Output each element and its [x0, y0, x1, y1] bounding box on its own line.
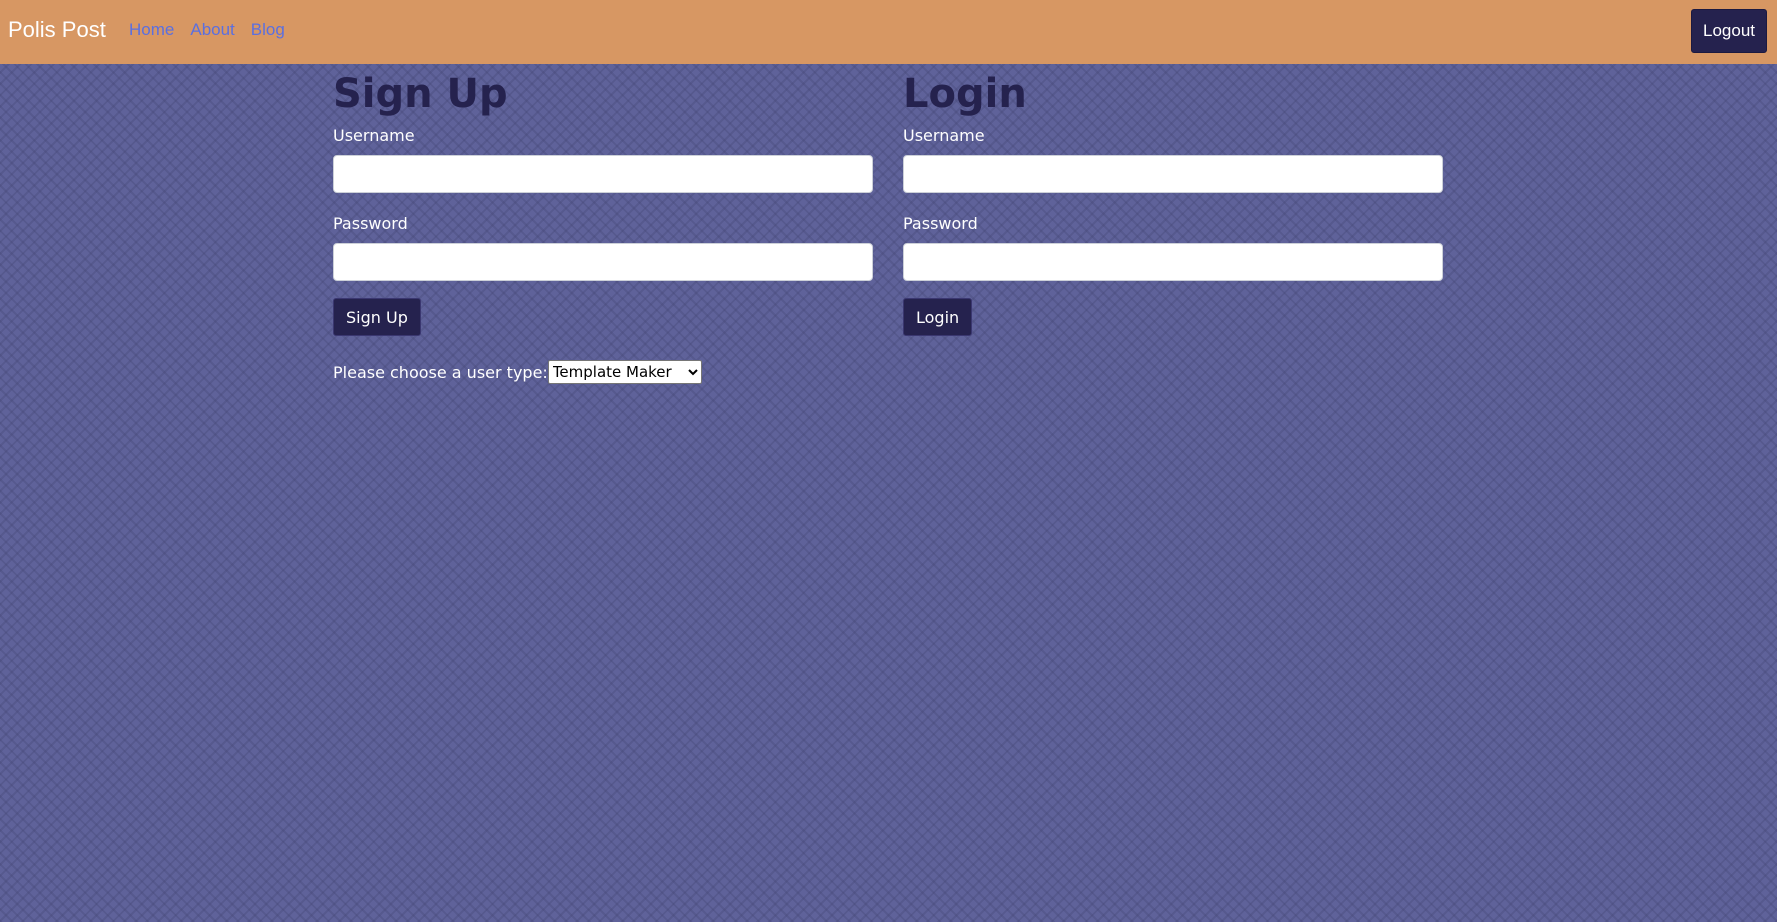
- signup-password-label: Password: [333, 214, 408, 233]
- signup-username-label: Username: [333, 126, 415, 145]
- login-form: Login Username Password Login: [903, 64, 1443, 336]
- usertype-row: Please choose a user type: Template Make…: [333, 360, 873, 384]
- login-password-input[interactable]: [903, 243, 1443, 281]
- nav-link-about[interactable]: About: [190, 20, 234, 40]
- signup-form: Sign Up Username Password Sign Up Please…: [333, 64, 873, 384]
- login-username-label: Username: [903, 126, 985, 145]
- nav-link-home[interactable]: Home: [129, 20, 174, 40]
- brand-link[interactable]: Polis Post: [8, 17, 106, 43]
- login-title: Login: [903, 71, 1027, 117]
- signup-button[interactable]: Sign Up: [333, 298, 421, 336]
- nav-links: Home About Blog: [129, 20, 285, 40]
- logout-button[interactable]: Logout: [1691, 9, 1767, 53]
- login-button[interactable]: Login: [903, 298, 973, 336]
- signup-username-input[interactable]: [333, 155, 873, 193]
- signup-title: Sign Up: [333, 71, 508, 117]
- login-username-input[interactable]: [903, 155, 1443, 193]
- signup-password-input[interactable]: [333, 243, 873, 281]
- login-password-label: Password: [903, 214, 978, 233]
- usertype-select[interactable]: Template Maker: [547, 360, 702, 384]
- top-navbar: Polis Post Home About Blog Logout: [0, 0, 1777, 64]
- usertype-label: Please choose a user type:: [333, 362, 548, 382]
- nav-link-blog[interactable]: Blog: [251, 20, 285, 40]
